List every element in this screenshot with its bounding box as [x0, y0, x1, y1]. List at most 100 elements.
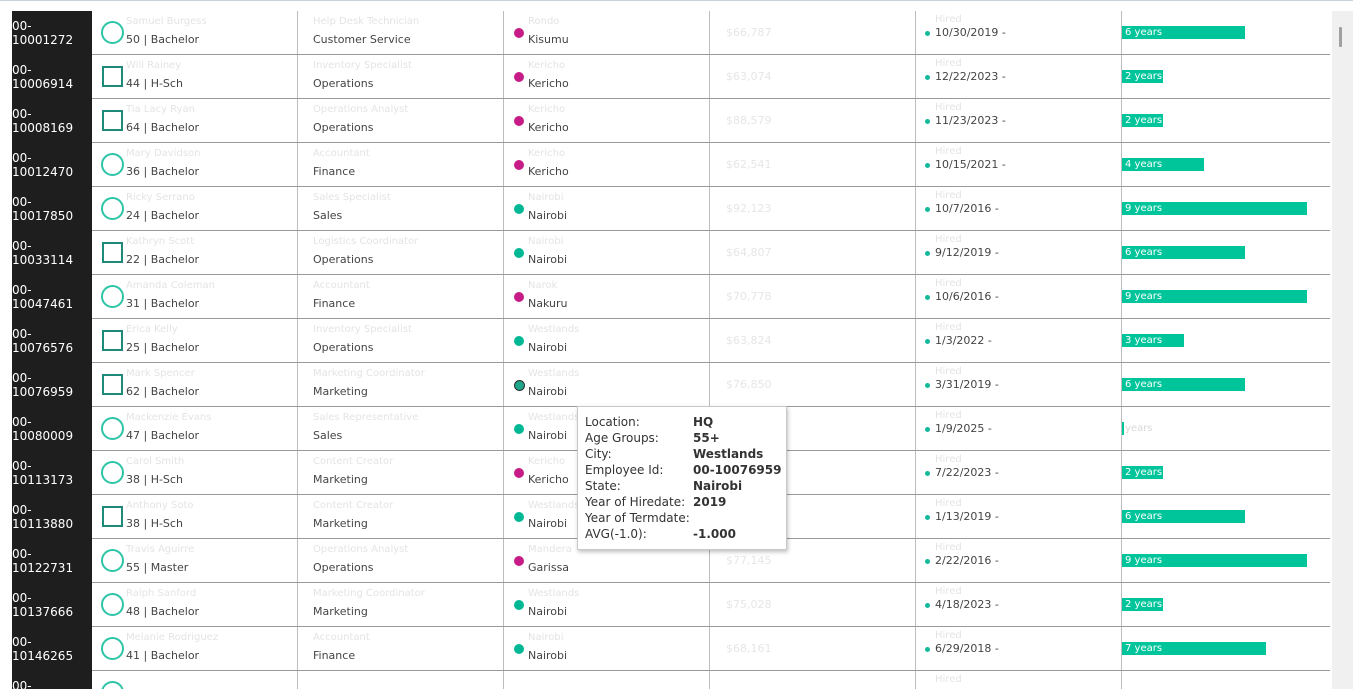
job-title: Marketing Coordinator — [313, 588, 425, 599]
vertical-scrollbar[interactable] — [1332, 11, 1353, 689]
employee-marker-icon[interactable] — [101, 417, 124, 440]
location-dot-icon[interactable] — [514, 292, 524, 302]
column-divider — [297, 363, 298, 407]
employee-marker-icon[interactable] — [101, 461, 124, 484]
employee-id: 00-10008169 — [12, 99, 92, 143]
table-row[interactable]: 00-10047461 Amanda Coleman 31 | Bachelor Ac… — [12, 275, 1330, 319]
employee-marker-icon[interactable] — [101, 21, 124, 44]
location-dot-icon[interactable] — [514, 160, 524, 170]
department: Operations — [313, 121, 374, 134]
employee-marker-icon[interactable] — [101, 153, 124, 176]
employee-marker-icon[interactable] — [101, 637, 124, 660]
location-dot-icon[interactable] — [514, 644, 524, 654]
location: Mandera — [528, 544, 572, 555]
location-dot-icon[interactable] — [514, 248, 524, 258]
table-row[interactable]: 00-10033114 Kathryn Scott 22 | Bachelor Log… — [12, 231, 1330, 275]
hire-label: Hired — [935, 366, 962, 377]
employee-marker-icon[interactable] — [101, 593, 124, 616]
location-dot-icon[interactable] — [514, 512, 524, 522]
employee-marker-icon[interactable] — [101, 549, 124, 572]
location-dot-icon[interactable] — [514, 204, 524, 214]
location-dot-icon[interactable] — [514, 380, 525, 391]
tenure-label: 4 years — [1125, 159, 1163, 170]
location-dot-icon[interactable] — [514, 116, 524, 126]
table-row[interactable]: 00-10006914 Will Rainey 44 | H-Sch Inventor… — [12, 55, 1330, 99]
employee-marker-icon[interactable] — [101, 681, 124, 689]
age-education: 44 | H-Sch — [126, 77, 183, 90]
department: Marketing — [313, 517, 368, 530]
column-divider — [297, 495, 298, 539]
job-title: Logistics Coordinator — [313, 236, 419, 247]
hire-dot-icon — [925, 471, 930, 476]
age-education: 36 | Bachelor — [126, 165, 200, 178]
employee-marker-icon[interactable] — [102, 330, 123, 351]
tenure-label: 9 years — [1125, 291, 1163, 302]
tooltip-row: Employee Id: 00-10076959 — [585, 463, 781, 479]
hire-label: Hired — [935, 278, 962, 289]
salary: $63,074 — [726, 70, 772, 83]
location-dot-icon[interactable] — [514, 424, 524, 434]
employee-id: 00-10137666 — [12, 583, 92, 627]
column-divider — [503, 671, 504, 689]
column-divider — [915, 627, 916, 671]
column-divider — [915, 143, 916, 187]
location-dot-icon[interactable] — [514, 28, 524, 38]
city: Nairobi — [528, 341, 568, 354]
employee-name: Mackenzie Evans — [126, 412, 212, 423]
job-title: Content Creator — [313, 500, 394, 511]
employee-marker-icon[interactable] — [101, 285, 124, 308]
employee-marker-icon[interactable] — [101, 197, 124, 220]
table-row[interactable]: 00-10146265 Melanie Rodriguez 41 | Bachelo… — [12, 627, 1330, 671]
tooltip-value: 00-10076959 — [693, 463, 782, 477]
location: Kericho — [528, 148, 566, 159]
employee-name: Travis Aguirre — [126, 544, 195, 555]
table-row[interactable]: 00-10017850 Ricky Serrano 24 | Bachelor Sal… — [12, 187, 1330, 231]
location: Kericho — [528, 104, 566, 115]
employee-name: Amanda Coleman — [126, 280, 215, 291]
employee-marker-icon[interactable] — [102, 66, 123, 87]
tooltip-key: City: — [585, 447, 612, 461]
scrollbar-thumb[interactable] — [1339, 27, 1342, 47]
hire-dot-icon — [925, 559, 930, 564]
tooltip-row: AVG(-1.0): -1.000 — [585, 527, 781, 543]
tenure-label: 6 years — [1125, 511, 1163, 522]
salary: $92,123 — [726, 202, 772, 215]
hire-label: Hired — [935, 454, 962, 465]
employee-marker-icon[interactable] — [102, 374, 123, 395]
age-education: 25 | Bachelor — [126, 341, 200, 354]
employee-marker-icon[interactable] — [102, 506, 123, 527]
hire-date: 9/12/2019 - — [935, 246, 999, 259]
column-divider — [915, 11, 916, 55]
table-row[interactable]: 00-10076959 Mark Spencer 62 | Bachelor Mark… — [12, 363, 1330, 407]
table-row[interactable]: 00-10001272 Samuel Burgess 50 | Bachelor He… — [12, 11, 1330, 55]
city: Kericho — [528, 121, 569, 134]
column-divider — [709, 275, 710, 319]
column-divider — [503, 143, 504, 187]
table-row[interactable]: 00-10147197 Hired — [12, 671, 1330, 689]
employee-id: 00-10080009 — [12, 407, 92, 451]
location-dot-icon[interactable] — [514, 336, 524, 346]
location-dot-icon[interactable] — [514, 556, 524, 566]
city: Nairobi — [528, 605, 568, 618]
hire-label: Hired — [935, 58, 962, 69]
location: Nairobi — [528, 192, 564, 203]
location-dot-icon[interactable] — [514, 468, 524, 478]
tenure-bar[interactable] — [1122, 422, 1124, 435]
tooltip-row: Year of Termdate: — [585, 511, 781, 527]
employee-marker-icon[interactable] — [102, 110, 123, 131]
hire-label: Hired — [935, 498, 962, 509]
employee-marker-icon[interactable] — [102, 242, 123, 263]
hire-date: 1/13/2019 - — [935, 510, 999, 523]
tooltip-value: 2019 — [693, 495, 727, 509]
table-row[interactable]: 00-10076576 Erica Kelly 25 | Bachelor Inven… — [12, 319, 1330, 363]
location-dot-icon[interactable] — [514, 72, 524, 82]
table-row[interactable]: 00-10008169 Tia Lacy Ryan 64 | Bachelor Ope… — [12, 99, 1330, 143]
table-row[interactable]: 00-10137666 Ralph Sanford 48 | Bachelor Mar… — [12, 583, 1330, 627]
tenure-label: 7 years — [1125, 643, 1163, 654]
tenure-label: 9 years — [1125, 555, 1163, 566]
location-dot-icon[interactable] — [514, 600, 524, 610]
hire-label: Hired — [935, 630, 962, 641]
city: Kisumu — [528, 33, 569, 46]
table-row[interactable]: 00-10012470 Mary Davidson 36 | Bachelor Acc… — [12, 143, 1330, 187]
hire-dot-icon — [925, 427, 930, 432]
